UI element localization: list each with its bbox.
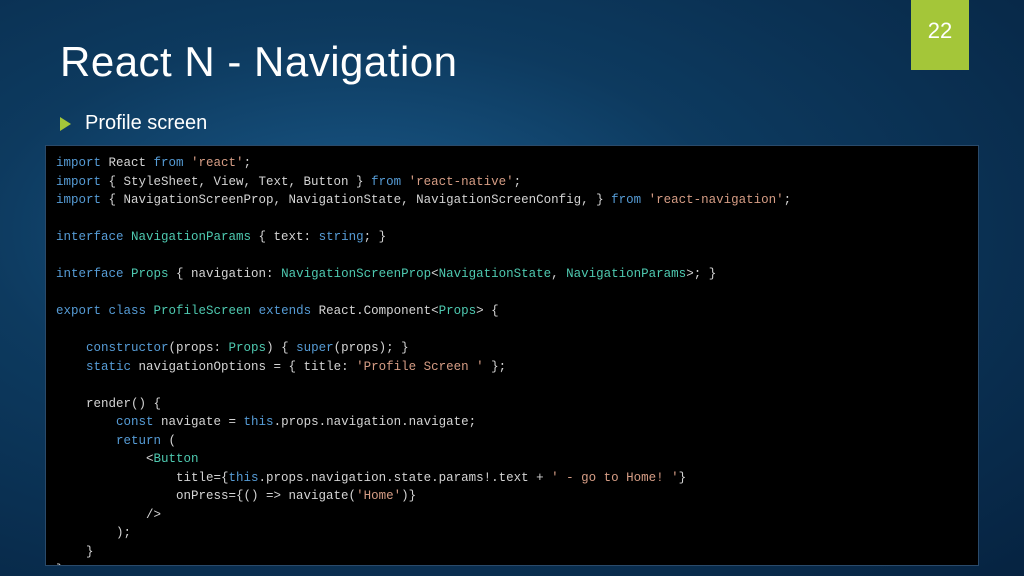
code-token: NavigationScreenProp bbox=[281, 267, 431, 281]
code-token: ( bbox=[161, 434, 176, 448]
code-token: { navigation: bbox=[169, 267, 282, 281]
code-token: ' - go to Home! ' bbox=[551, 471, 679, 485]
code-token: title={ bbox=[56, 471, 229, 485]
code-token bbox=[56, 415, 116, 429]
code-token: class bbox=[101, 304, 146, 318]
code-token: .props.navigation.state.params!.text + bbox=[259, 471, 552, 485]
code-token: NavigationState bbox=[439, 267, 552, 281]
code-token: interface bbox=[56, 230, 124, 244]
code-token: import bbox=[56, 193, 101, 207]
bullet-text: Profile screen bbox=[85, 112, 207, 135]
code-token: from bbox=[371, 175, 401, 189]
code-token: super bbox=[296, 341, 334, 355]
code-token: ); bbox=[56, 526, 131, 540]
code-token: } bbox=[679, 471, 687, 485]
code-token: 'Profile Screen ' bbox=[356, 360, 484, 374]
code-token: import bbox=[56, 175, 101, 189]
code-token: )} bbox=[401, 489, 416, 503]
code-token bbox=[56, 341, 86, 355]
code-token: from bbox=[154, 156, 184, 170]
code-token: > { bbox=[476, 304, 499, 318]
code-token: React bbox=[101, 156, 154, 170]
code-token: interface bbox=[56, 267, 124, 281]
code-token: string bbox=[319, 230, 364, 244]
code-token: 'react-navigation' bbox=[641, 193, 784, 207]
code-token: } bbox=[56, 545, 94, 559]
code-token: ; } bbox=[364, 230, 387, 244]
bullet-item: Profile screen bbox=[60, 112, 207, 135]
code-token: React.Component< bbox=[311, 304, 439, 318]
code-token: { text: bbox=[251, 230, 319, 244]
code-token bbox=[56, 434, 116, 448]
code-token: constructor bbox=[86, 341, 169, 355]
code-token: ProfileScreen bbox=[146, 304, 251, 318]
code-token: 'Home' bbox=[356, 489, 401, 503]
code-token: (props); } bbox=[334, 341, 409, 355]
code-token: } bbox=[56, 563, 64, 566]
code-token: Props bbox=[439, 304, 477, 318]
code-snippet: import React from 'react'; import { Styl… bbox=[45, 145, 979, 566]
code-token: 'react' bbox=[184, 156, 244, 170]
code-token: NavigationParams bbox=[566, 267, 686, 281]
code-token: import bbox=[56, 156, 101, 170]
code-token: < bbox=[431, 267, 439, 281]
triangle-right-icon bbox=[60, 117, 71, 131]
code-token: from bbox=[611, 193, 641, 207]
page-number-badge: 22 bbox=[911, 0, 969, 70]
code-token: NavigationParams bbox=[124, 230, 252, 244]
code-token: /> bbox=[56, 508, 161, 522]
code-token: const bbox=[116, 415, 154, 429]
code-token: ; bbox=[514, 175, 522, 189]
code-token: onPress={() => navigate( bbox=[56, 489, 356, 503]
code-token: .props.navigation.navigate; bbox=[274, 415, 477, 429]
code-token: Props bbox=[124, 267, 169, 281]
code-token: extends bbox=[251, 304, 311, 318]
code-token: Props bbox=[229, 341, 267, 355]
code-token: >; } bbox=[686, 267, 716, 281]
code-token: < bbox=[56, 452, 154, 466]
code-token: this bbox=[244, 415, 274, 429]
code-token: (props: bbox=[169, 341, 229, 355]
code-token: export bbox=[56, 304, 101, 318]
code-token: ) { bbox=[266, 341, 296, 355]
code-token: ; bbox=[784, 193, 792, 207]
code-token: { StyleSheet, View, Text, Button } bbox=[101, 175, 371, 189]
code-token: navigationOptions = { title: bbox=[131, 360, 356, 374]
code-token: }; bbox=[484, 360, 507, 374]
code-token: Button bbox=[154, 452, 199, 466]
code-token: static bbox=[86, 360, 131, 374]
code-token: , bbox=[551, 267, 566, 281]
slide-title: React N - Navigation bbox=[60, 38, 458, 86]
code-token: { NavigationScreenProp, NavigationState,… bbox=[101, 193, 611, 207]
code-token: navigate = bbox=[154, 415, 244, 429]
code-token: return bbox=[116, 434, 161, 448]
code-token: render() { bbox=[56, 397, 161, 411]
code-token: ; bbox=[244, 156, 252, 170]
code-token: 'react-native' bbox=[401, 175, 514, 189]
code-token: this bbox=[229, 471, 259, 485]
code-token bbox=[56, 360, 86, 374]
